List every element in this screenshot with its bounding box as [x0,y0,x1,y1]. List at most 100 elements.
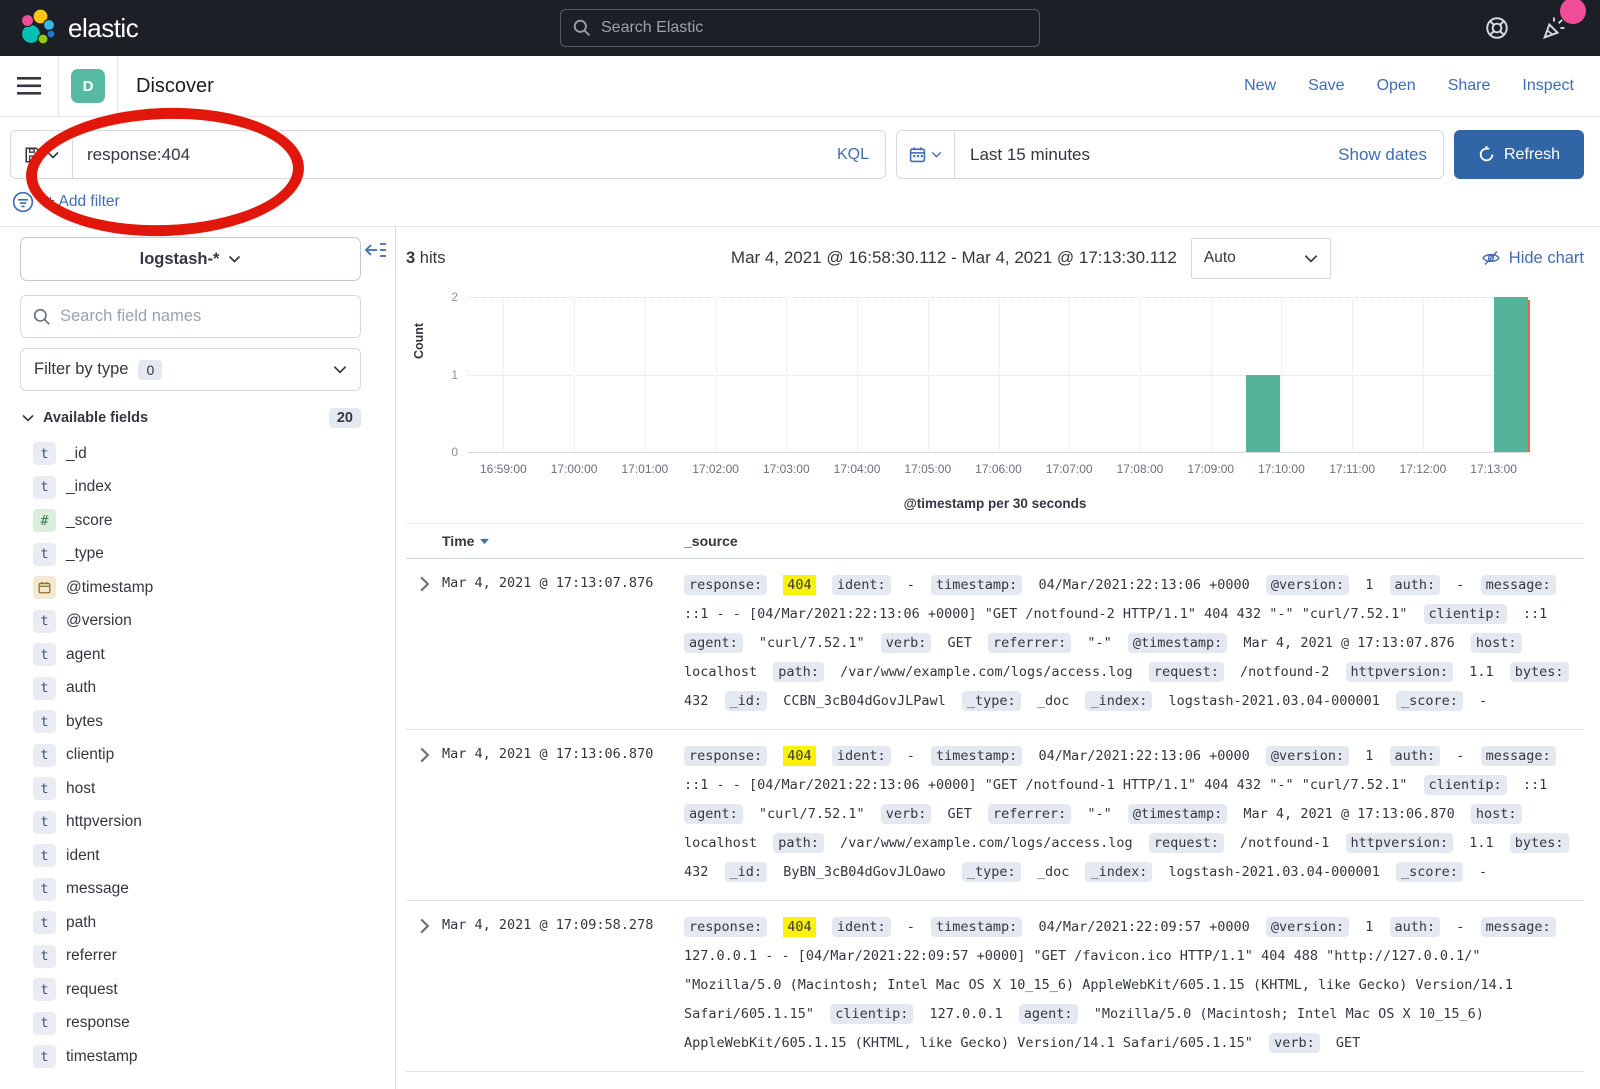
string-field-type-icon: t [33,744,56,767]
x-tick-17:00:00: 17:00:00 [551,462,598,476]
refresh-button[interactable]: Refresh [1454,130,1584,179]
field-item-@timestamp[interactable]: @timestamp [20,571,373,605]
field-item-message[interactable]: tmessage [20,873,373,907]
time-column-header[interactable]: Time [442,533,684,549]
field-value: ::1 [1523,777,1547,793]
field-item-_type[interactable]: t_type [20,538,373,572]
saved-query-button[interactable] [11,131,73,178]
field-item-@version[interactable]: t@version [20,605,373,639]
expand-row-button[interactable] [406,913,442,934]
field-name-badge: bytes: [1510,833,1569,853]
calendar-icon [909,146,926,163]
hits-number: 3 [406,249,415,267]
available-fields-count: 20 [329,408,361,428]
refresh-icon [1478,146,1495,163]
doc-source: response: 404 ident: - timestamp: 04/Mar… [684,742,1584,887]
string-field-type-icon: t [33,811,56,834]
field-name-badge: referrer: [988,804,1071,824]
filter-icon[interactable] [12,191,34,213]
show-dates-button[interactable]: Show dates [1338,145,1443,165]
elastic-logo: elastic [18,8,138,48]
field-value: GET [948,806,972,822]
field-item-ident[interactable]: tident [20,839,373,873]
field-item-timestamp[interactable]: ttimestamp [20,1040,373,1074]
doc-timestamp: Mar 4, 2021 @ 17:13:06.870 [442,742,684,762]
field-value: "-" [1087,806,1111,822]
field-name-badge: message: [1481,746,1556,766]
field-name-badge: @version: [1266,917,1349,937]
field-value: _doc [1037,864,1070,880]
v-gridline [716,297,717,452]
date-field-type-icon [33,576,56,599]
collapse-sidebar-button[interactable] [365,241,387,259]
nav-link-new[interactable]: New [1244,77,1276,95]
field-item-_score[interactable]: #_score [20,504,373,538]
field-item-clientip[interactable]: tclientip [20,739,373,773]
histogram-bar-17:13:00[interactable] [1494,297,1528,452]
chevron-down-icon [931,151,942,158]
field-name: timestamp [66,1048,138,1066]
field-name-badge: agent: [684,804,743,824]
field-item-response[interactable]: tresponse [20,1007,373,1041]
field-name-badge: ident: [832,746,891,766]
field-name-badge: _index: [1085,862,1152,882]
field-name-badge: host: [1471,633,1522,653]
x-tick-17:07:00: 17:07:00 [1046,462,1093,476]
hide-chart-button[interactable]: Hide chart [1481,248,1584,268]
filter-by-type-label: Filter by type [34,360,128,379]
field-item-auth[interactable]: tauth [20,672,373,706]
filter-by-type-select[interactable]: Filter by type 0 [20,348,361,391]
field-value: localhost [684,664,757,680]
field-name-badge: _type: [962,691,1021,711]
field-name-badge: path: [773,833,824,853]
nav-link-save[interactable]: Save [1308,77,1344,95]
field-item-host[interactable]: thost [20,772,373,806]
field-item-request[interactable]: trequest [20,973,373,1007]
field-item-_id[interactable]: t_id [20,437,373,471]
main-menu-button[interactable] [0,56,58,116]
help-icon[interactable] [1484,15,1510,41]
field-name-badge: response: [684,917,767,937]
field-item-path[interactable]: tpath [20,906,373,940]
field-name-badge: request: [1149,662,1224,682]
query-input[interactable] [73,145,821,165]
source-column-header: _source [684,533,1584,549]
chevron-down-icon [22,414,34,422]
time-range-value[interactable]: Last 15 minutes [955,145,1090,165]
query-bar: KQL Last 15 minutes Show dates Refresh [0,117,1600,189]
field-name: @version [66,612,132,630]
field-item-httpversion[interactable]: thttpversion [20,806,373,840]
global-search-input[interactable] [601,19,1027,37]
available-fields-header[interactable]: Available fields 20 [20,408,361,428]
field-name-badge: auth: [1390,575,1441,595]
field-item-agent[interactable]: tagent [20,638,373,672]
field-item-bytes[interactable]: tbytes [20,705,373,739]
histogram-bar-17:09:30[interactable] [1246,375,1280,453]
discover-app-badge[interactable]: D [71,69,105,103]
interval-select[interactable]: Auto [1191,238,1331,279]
global-search[interactable] [560,9,1040,47]
date-quick-select-button[interactable] [897,131,955,178]
field-item-_index[interactable]: t_index [20,471,373,505]
v-gridline [1140,297,1141,452]
field-search-input[interactable] [60,307,348,326]
index-pattern-select[interactable]: logstash-* [20,237,361,281]
x-tick-17:03:00: 17:03:00 [763,462,810,476]
expand-row-button[interactable] [406,742,442,763]
string-field-type-icon: t [33,878,56,901]
field-search-box[interactable] [20,295,361,338]
nav-link-share[interactable]: Share [1448,77,1491,95]
string-field-type-icon: t [33,677,56,700]
field-item-referrer[interactable]: treferrer [20,940,373,974]
field-name-badge: @version: [1266,746,1349,766]
nav-link-open[interactable]: Open [1377,77,1416,95]
kql-language-button[interactable]: KQL [821,146,885,164]
page-title: Discover [118,75,214,98]
nav-link-inspect[interactable]: Inspect [1522,77,1574,95]
field-value: "curl/7.52.1" [759,806,865,822]
add-filter-button[interactable]: + Add filter [46,193,120,211]
expand-row-button[interactable] [406,571,442,592]
query-input-group: KQL [10,130,886,179]
chart-plot-area[interactable]: 012 [468,297,1529,453]
field-name-badge: referrer: [988,633,1071,653]
